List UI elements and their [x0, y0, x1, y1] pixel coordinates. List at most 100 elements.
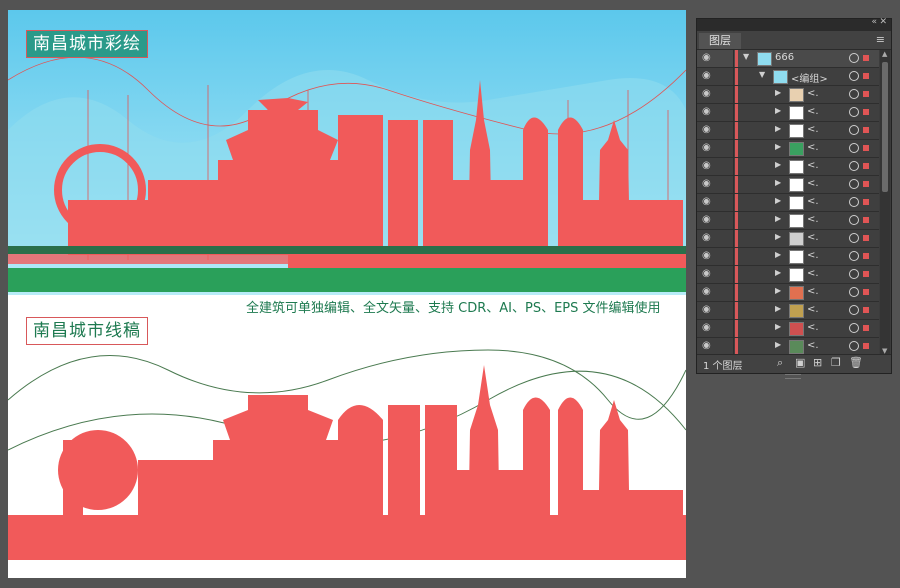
selection-square[interactable]	[863, 55, 869, 61]
sublayer-row[interactable]: ◉ ▶ <.	[697, 302, 879, 320]
expand-right-icon[interactable]: ▶	[775, 340, 781, 349]
create-sublayer-icon[interactable]: ⊞	[813, 356, 822, 369]
target-circle-icon[interactable]	[849, 125, 859, 135]
visibility-eye-icon[interactable]: ◉	[702, 142, 711, 153]
selection-square[interactable]	[863, 325, 869, 331]
panel-title-bar[interactable]: « ✕	[697, 17, 891, 31]
visibility-eye-icon[interactable]: ◉	[702, 268, 711, 279]
visibility-eye-icon[interactable]: ◉	[702, 232, 711, 243]
target-circle-icon[interactable]	[849, 89, 859, 99]
selection-square[interactable]	[863, 253, 869, 259]
lock-toggle[interactable]	[719, 158, 734, 175]
selection-square[interactable]	[863, 109, 869, 115]
expand-right-icon[interactable]: ▶	[775, 250, 781, 259]
sublayer-row[interactable]: ◉ ▶ <.	[697, 140, 879, 158]
lock-toggle[interactable]	[719, 50, 734, 67]
group-row[interactable]: ◉ ▼ <编组>	[697, 68, 879, 86]
visibility-eye-icon[interactable]: ◉	[702, 250, 711, 261]
layer-row-top[interactable]: ◉ ▼ 666	[697, 50, 879, 68]
sublayer-row[interactable]: ◉ ▶ <.	[697, 176, 879, 194]
scroll-thumb[interactable]	[882, 62, 888, 192]
visibility-eye-icon[interactable]: ◉	[702, 88, 711, 99]
selection-square[interactable]	[863, 91, 869, 97]
visibility-eye-icon[interactable]: ◉	[702, 340, 711, 351]
visibility-eye-icon[interactable]: ◉	[702, 178, 711, 189]
visibility-eye-icon[interactable]: ◉	[702, 106, 711, 117]
visibility-eye-icon[interactable]: ◉	[702, 322, 711, 333]
expand-down-icon[interactable]: ▼	[743, 52, 749, 61]
target-circle-icon[interactable]	[849, 305, 859, 315]
target-circle-icon[interactable]	[849, 251, 859, 261]
visibility-eye-icon[interactable]: ◉	[702, 286, 711, 297]
sublayer-row[interactable]: ◉ ▶ <.	[697, 338, 879, 355]
visibility-eye-icon[interactable]: ◉	[702, 304, 711, 315]
lock-toggle[interactable]	[719, 194, 734, 211]
selection-square[interactable]	[863, 343, 869, 349]
expand-right-icon[interactable]: ▶	[775, 106, 781, 115]
lock-toggle[interactable]	[719, 230, 734, 247]
lock-toggle[interactable]	[719, 68, 734, 85]
visibility-eye-icon[interactable]: ◉	[702, 70, 711, 81]
artboard[interactable]: 南昌城市彩绘 南昌城市线稿 全建筑可单独编辑、全文矢量、支持 CDR、AI、PS…	[8, 10, 686, 578]
new-layer-icon[interactable]: ❐	[831, 356, 841, 369]
scroll-up-icon[interactable]: ▲	[882, 50, 887, 58]
sublayer-row[interactable]: ◉ ▶ <.	[697, 86, 879, 104]
expand-right-icon[interactable]: ▶	[775, 142, 781, 151]
lock-toggle[interactable]	[719, 86, 734, 103]
lock-toggle[interactable]	[719, 212, 734, 229]
expand-right-icon[interactable]: ▶	[775, 232, 781, 241]
panel-menu-icon[interactable]: ≡	[876, 33, 885, 46]
selection-square[interactable]	[863, 199, 869, 205]
sublayer-row[interactable]: ◉ ▶ <.	[697, 320, 879, 338]
target-circle-icon[interactable]	[849, 179, 859, 189]
target-circle-icon[interactable]	[849, 143, 859, 153]
selection-square[interactable]	[863, 289, 869, 295]
selection-square[interactable]	[863, 307, 869, 313]
visibility-eye-icon[interactable]: ◉	[702, 214, 711, 225]
lock-toggle[interactable]	[719, 176, 734, 193]
expand-right-icon[interactable]: ▶	[775, 214, 781, 223]
target-circle-icon[interactable]	[849, 53, 859, 63]
lock-toggle[interactable]	[719, 140, 734, 157]
locate-object-icon[interactable]: ⌕	[777, 356, 783, 370]
expand-down-icon[interactable]: ▼	[759, 70, 765, 79]
expand-right-icon[interactable]: ▶	[775, 160, 781, 169]
lock-toggle[interactable]	[719, 338, 734, 355]
lock-toggle[interactable]	[719, 248, 734, 265]
selection-square[interactable]	[863, 73, 869, 79]
expand-right-icon[interactable]: ▶	[775, 322, 781, 331]
lock-toggle[interactable]	[719, 104, 734, 121]
sublayer-row[interactable]: ◉ ▶ <.	[697, 266, 879, 284]
sublayer-row[interactable]: ◉ ▶ <.	[697, 284, 879, 302]
lock-toggle[interactable]	[719, 266, 734, 283]
target-circle-icon[interactable]	[849, 197, 859, 207]
selection-square[interactable]	[863, 127, 869, 133]
collapse-arrows-icon[interactable]: «	[871, 17, 877, 27]
selection-square[interactable]	[863, 235, 869, 241]
expand-right-icon[interactable]: ▶	[775, 286, 781, 295]
expand-right-icon[interactable]: ▶	[775, 124, 781, 133]
delete-layer-icon[interactable]: 🗑	[849, 356, 863, 369]
expand-right-icon[interactable]: ▶	[775, 88, 781, 97]
expand-right-icon[interactable]: ▶	[775, 178, 781, 187]
target-circle-icon[interactable]	[849, 323, 859, 333]
lock-toggle[interactable]	[719, 284, 734, 301]
sublayer-row[interactable]: ◉ ▶ <.	[697, 248, 879, 266]
sublayer-row[interactable]: ◉ ▶ <.	[697, 104, 879, 122]
target-circle-icon[interactable]	[849, 161, 859, 171]
visibility-eye-icon[interactable]: ◉	[702, 160, 711, 171]
resize-grip[interactable]	[785, 374, 801, 379]
target-circle-icon[interactable]	[849, 341, 859, 351]
expand-right-icon[interactable]: ▶	[775, 304, 781, 313]
make-clipping-mask-icon[interactable]: ▣	[795, 356, 805, 369]
expand-right-icon[interactable]: ▶	[775, 268, 781, 277]
target-circle-icon[interactable]	[849, 71, 859, 81]
tab-layers[interactable]: 图层	[699, 33, 741, 49]
target-circle-icon[interactable]	[849, 233, 859, 243]
sublayer-row[interactable]: ◉ ▶ <.	[697, 122, 879, 140]
target-circle-icon[interactable]	[849, 215, 859, 225]
expand-right-icon[interactable]: ▶	[775, 196, 781, 205]
line-building-group[interactable]	[8, 365, 686, 560]
sublayer-row[interactable]: ◉ ▶ <.	[697, 158, 879, 176]
lock-toggle[interactable]	[719, 302, 734, 319]
